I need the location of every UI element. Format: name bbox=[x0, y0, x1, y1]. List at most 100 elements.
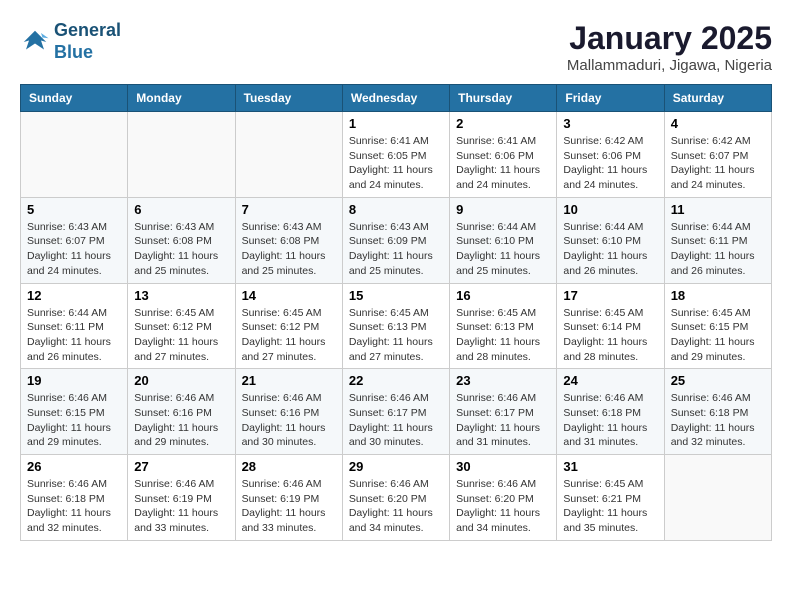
table-row: 17 Sunrise: 6:45 AM Sunset: 6:14 PM Dayli… bbox=[557, 283, 664, 369]
day-info: Sunrise: 6:41 AM Sunset: 6:06 PM Dayligh… bbox=[456, 134, 550, 193]
day-number: 16 bbox=[456, 288, 550, 303]
day-number: 28 bbox=[242, 459, 336, 474]
day-number: 5 bbox=[27, 202, 121, 217]
logo-text: General Blue bbox=[54, 20, 121, 63]
day-info: Sunrise: 6:45 AM Sunset: 6:13 PM Dayligh… bbox=[456, 306, 550, 365]
day-info: Sunrise: 6:46 AM Sunset: 6:18 PM Dayligh… bbox=[27, 477, 121, 536]
table-row: 6 Sunrise: 6:43 AM Sunset: 6:08 PM Daylig… bbox=[128, 197, 235, 283]
day-info: Sunrise: 6:46 AM Sunset: 6:18 PM Dayligh… bbox=[563, 391, 657, 450]
table-row: 14Sunrise: 6:45 AM Sunset: 6:12 PM Dayli… bbox=[235, 283, 342, 369]
logo-icon bbox=[20, 27, 50, 57]
col-thursday: Thursday bbox=[450, 85, 557, 112]
table-row bbox=[664, 455, 771, 541]
day-info: Sunrise: 6:46 AM Sunset: 6:20 PM Dayligh… bbox=[456, 477, 550, 536]
day-info: Sunrise: 6:42 AM Sunset: 6:07 PM Dayligh… bbox=[671, 134, 765, 193]
page-header: General Blue January 2025 Mallammaduri, … bbox=[20, 20, 772, 74]
day-number: 15 bbox=[349, 288, 443, 303]
table-row: 28 Sunrise: 6:46 AM Sunset: 6:19 PM Dayli… bbox=[235, 455, 342, 541]
day-number: 27 bbox=[134, 459, 228, 474]
day-number: 8 bbox=[349, 202, 443, 217]
table-row: 13Sunrise: 6:45 AM Sunset: 6:12 PM Dayli… bbox=[128, 283, 235, 369]
day-number: 14 bbox=[242, 288, 336, 303]
table-row: 26 Sunrise: 6:46 AM Sunset: 6:18 PM Dayli… bbox=[21, 455, 128, 541]
table-row: 2Sunrise: 6:41 AM Sunset: 6:06 PM Daylig… bbox=[450, 112, 557, 198]
table-row: 11 Sunrise: 6:44 AM Sunset: 6:11 PM Dayli… bbox=[664, 197, 771, 283]
day-info: Sunrise: 6:43 AM Sunset: 6:07 PM Dayligh… bbox=[27, 220, 121, 279]
table-row: 22 Sunrise: 6:46 AM Sunset: 6:17 PM Dayli… bbox=[342, 369, 449, 455]
day-number: 1 bbox=[349, 116, 443, 131]
day-info: Sunrise: 6:46 AM Sunset: 6:18 PM Dayligh… bbox=[671, 391, 765, 450]
table-row: 25 Sunrise: 6:46 AM Sunset: 6:18 PM Dayli… bbox=[664, 369, 771, 455]
day-number: 26 bbox=[27, 459, 121, 474]
table-row: 7Sunrise: 6:43 AM Sunset: 6:08 PM Daylig… bbox=[235, 197, 342, 283]
day-number: 24 bbox=[563, 373, 657, 388]
day-number: 11 bbox=[671, 202, 765, 217]
day-info: Sunrise: 6:45 AM Sunset: 6:14 PM Dayligh… bbox=[563, 306, 657, 365]
day-number: 21 bbox=[242, 373, 336, 388]
day-number: 17 bbox=[563, 288, 657, 303]
table-row: 12Sunrise: 6:44 AM Sunset: 6:11 PM Dayli… bbox=[21, 283, 128, 369]
calendar-header-row: Sunday Monday Tuesday Wednesday Thursday… bbox=[21, 85, 772, 112]
table-row bbox=[235, 112, 342, 198]
title-block: January 2025 Mallammaduri, Jigawa, Niger… bbox=[567, 20, 772, 74]
day-info: Sunrise: 6:44 AM Sunset: 6:10 PM Dayligh… bbox=[563, 220, 657, 279]
day-info: Sunrise: 6:46 AM Sunset: 6:19 PM Dayligh… bbox=[242, 477, 336, 536]
calendar-week-row: 19 Sunrise: 6:46 AM Sunset: 6:15 PM Dayli… bbox=[21, 369, 772, 455]
day-info: Sunrise: 6:42 AM Sunset: 6:06 PM Dayligh… bbox=[563, 134, 657, 193]
table-row: 16 Sunrise: 6:45 AM Sunset: 6:13 PM Dayli… bbox=[450, 283, 557, 369]
location-subtitle: Mallammaduri, Jigawa, Nigeria bbox=[567, 57, 772, 74]
day-number: 3 bbox=[563, 116, 657, 131]
table-row: 30 Sunrise: 6:46 AM Sunset: 6:20 PM Dayli… bbox=[450, 455, 557, 541]
table-row bbox=[128, 112, 235, 198]
day-number: 29 bbox=[349, 459, 443, 474]
table-row: 27 Sunrise: 6:46 AM Sunset: 6:19 PM Dayli… bbox=[128, 455, 235, 541]
day-info: Sunrise: 6:43 AM Sunset: 6:09 PM Dayligh… bbox=[349, 220, 443, 279]
day-number: 25 bbox=[671, 373, 765, 388]
day-number: 19 bbox=[27, 373, 121, 388]
day-number: 22 bbox=[349, 373, 443, 388]
day-info: Sunrise: 6:46 AM Sunset: 6:15 PM Dayligh… bbox=[27, 391, 121, 450]
day-number: 23 bbox=[456, 373, 550, 388]
table-row: 18Sunrise: 6:45 AM Sunset: 6:15 PM Dayli… bbox=[664, 283, 771, 369]
day-info: Sunrise: 6:46 AM Sunset: 6:19 PM Dayligh… bbox=[134, 477, 228, 536]
table-row: 23Sunrise: 6:46 AM Sunset: 6:17 PM Dayli… bbox=[450, 369, 557, 455]
table-row: 8 Sunrise: 6:43 AM Sunset: 6:09 PM Daylig… bbox=[342, 197, 449, 283]
day-info: Sunrise: 6:44 AM Sunset: 6:10 PM Dayligh… bbox=[456, 220, 550, 279]
day-info: Sunrise: 6:46 AM Sunset: 6:16 PM Dayligh… bbox=[242, 391, 336, 450]
day-number: 31 bbox=[563, 459, 657, 474]
day-info: Sunrise: 6:41 AM Sunset: 6:05 PM Dayligh… bbox=[349, 134, 443, 193]
day-number: 10 bbox=[563, 202, 657, 217]
day-info: Sunrise: 6:45 AM Sunset: 6:15 PM Dayligh… bbox=[671, 306, 765, 365]
day-info: Sunrise: 6:43 AM Sunset: 6:08 PM Dayligh… bbox=[134, 220, 228, 279]
table-row: 3 Sunrise: 6:42 AM Sunset: 6:06 PM Daylig… bbox=[557, 112, 664, 198]
calendar-table: Sunday Monday Tuesday Wednesday Thursday… bbox=[20, 84, 772, 541]
day-number: 9 bbox=[456, 202, 550, 217]
day-number: 13 bbox=[134, 288, 228, 303]
calendar-week-row: 26 Sunrise: 6:46 AM Sunset: 6:18 PM Dayli… bbox=[21, 455, 772, 541]
day-info: Sunrise: 6:43 AM Sunset: 6:08 PM Dayligh… bbox=[242, 220, 336, 279]
col-saturday: Saturday bbox=[664, 85, 771, 112]
day-info: Sunrise: 6:44 AM Sunset: 6:11 PM Dayligh… bbox=[27, 306, 121, 365]
logo: General Blue bbox=[20, 20, 121, 63]
day-info: Sunrise: 6:46 AM Sunset: 6:16 PM Dayligh… bbox=[134, 391, 228, 450]
col-monday: Monday bbox=[128, 85, 235, 112]
table-row: 5 Sunrise: 6:43 AM Sunset: 6:07 PM Daylig… bbox=[21, 197, 128, 283]
calendar-week-row: 12Sunrise: 6:44 AM Sunset: 6:11 PM Dayli… bbox=[21, 283, 772, 369]
day-info: Sunrise: 6:45 AM Sunset: 6:13 PM Dayligh… bbox=[349, 306, 443, 365]
col-wednesday: Wednesday bbox=[342, 85, 449, 112]
table-row: 4 Sunrise: 6:42 AM Sunset: 6:07 PM Daylig… bbox=[664, 112, 771, 198]
table-row: 15 Sunrise: 6:45 AM Sunset: 6:13 PM Dayli… bbox=[342, 283, 449, 369]
day-info: Sunrise: 6:46 AM Sunset: 6:17 PM Dayligh… bbox=[349, 391, 443, 450]
calendar-week-row: 5 Sunrise: 6:43 AM Sunset: 6:07 PM Daylig… bbox=[21, 197, 772, 283]
col-sunday: Sunday bbox=[21, 85, 128, 112]
table-row: 10 Sunrise: 6:44 AM Sunset: 6:10 PM Dayli… bbox=[557, 197, 664, 283]
month-title: January 2025 bbox=[567, 20, 772, 57]
day-number: 4 bbox=[671, 116, 765, 131]
table-row: 21 Sunrise: 6:46 AM Sunset: 6:16 PM Dayli… bbox=[235, 369, 342, 455]
col-tuesday: Tuesday bbox=[235, 85, 342, 112]
day-number: 30 bbox=[456, 459, 550, 474]
day-number: 6 bbox=[134, 202, 228, 217]
day-info: Sunrise: 6:44 AM Sunset: 6:11 PM Dayligh… bbox=[671, 220, 765, 279]
calendar-week-row: 1 Sunrise: 6:41 AM Sunset: 6:05 PM Daylig… bbox=[21, 112, 772, 198]
table-row: 29Sunrise: 6:46 AM Sunset: 6:20 PM Dayli… bbox=[342, 455, 449, 541]
